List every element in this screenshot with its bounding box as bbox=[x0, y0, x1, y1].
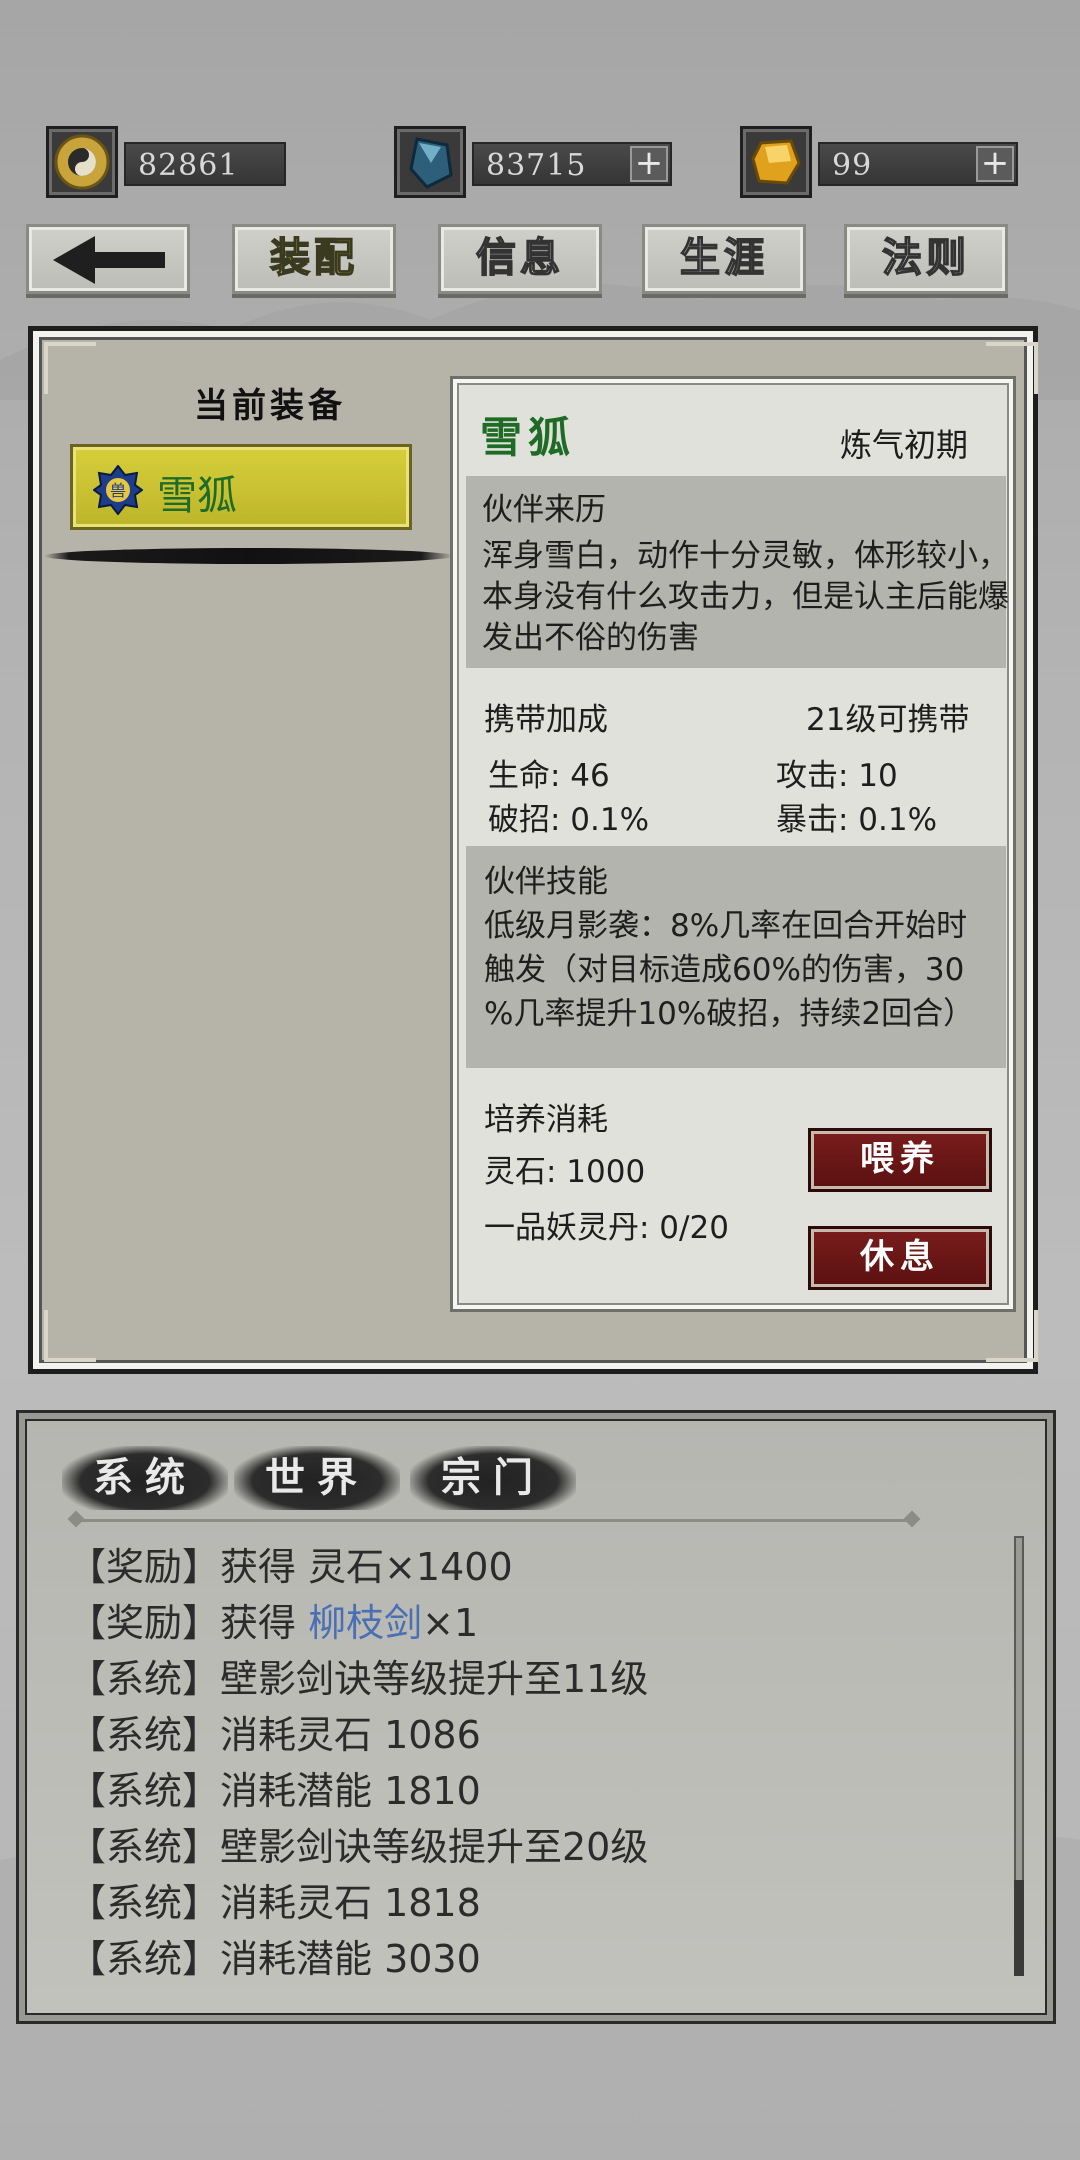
panel-corner-ornament bbox=[986, 1310, 1038, 1362]
add-crystal-button[interactable]: + bbox=[630, 146, 668, 182]
chat-line: 【系统】消耗潜能 1810 bbox=[68, 1769, 481, 1813]
coin-icon bbox=[46, 126, 118, 198]
add-gem-button[interactable]: + bbox=[976, 146, 1014, 182]
currency-crystal: 83715 + bbox=[394, 126, 674, 198]
cost-stone: 灵石: 1000 bbox=[484, 1154, 646, 1190]
skill-line-3: %几率提升10%破招，持续2回合） bbox=[484, 996, 975, 1032]
chat-line: 【系统】消耗灵石 1818 bbox=[68, 1881, 481, 1925]
back-button[interactable] bbox=[26, 224, 190, 294]
bonus-title: 携带加成 bbox=[484, 702, 608, 738]
origin-line-3: 发出不俗的伤害 bbox=[482, 620, 699, 656]
copper-value: 82861 bbox=[138, 148, 239, 183]
equipped-companion-slot[interactable]: 兽 雪狐 bbox=[70, 444, 412, 530]
companion-badge-icon: 兽 bbox=[92, 464, 144, 516]
stat-hp: 生命: 46 bbox=[488, 758, 610, 794]
chat-line: 【系统】消耗灵石 1086 bbox=[68, 1713, 481, 1757]
chat-line: 【系统】壁影剑诀等级提升至20级 bbox=[68, 1825, 649, 1869]
tab-equip[interactable]: 装配 bbox=[232, 224, 396, 294]
companion-name: 雪狐 bbox=[480, 413, 577, 462]
rest-button[interactable]: 休息 bbox=[808, 1226, 992, 1290]
feed-button[interactable]: 喂养 bbox=[808, 1128, 992, 1192]
chat-line: 【奖励】获得 灵石×1400 bbox=[68, 1545, 513, 1589]
equipped-companion-name: 雪狐 bbox=[157, 473, 237, 519]
currency-copper: 82861 bbox=[46, 126, 286, 198]
tab-career[interactable]: 生涯 bbox=[642, 224, 806, 294]
panel-corner-ornament bbox=[44, 342, 96, 394]
chat-line: 【系统】壁影剑诀等级提升至11级 bbox=[68, 1657, 649, 1701]
gem-icon bbox=[740, 126, 812, 198]
chat-line: 【奖励】获得 柳枝剑×1 bbox=[68, 1601, 479, 1645]
cost-pill: 一品妖灵丹: 0/20 bbox=[484, 1210, 729, 1246]
chat-tab-world[interactable]: 世界 bbox=[234, 1446, 400, 1510]
ink-brush-divider bbox=[44, 548, 454, 564]
svg-text:兽: 兽 bbox=[110, 481, 126, 500]
tab-rules[interactable]: 法则 bbox=[844, 224, 1008, 294]
companion-realm: 炼气初期 bbox=[840, 426, 969, 464]
origin-title: 伙伴来历 bbox=[482, 492, 606, 528]
stat-atk: 攻击: 10 bbox=[776, 758, 898, 794]
stat-break: 破招: 0.1% bbox=[488, 802, 650, 838]
chat-tab-system[interactable]: 系统 bbox=[62, 1446, 228, 1510]
chat-tab-divider bbox=[76, 1519, 916, 1522]
origin-line-1: 浑身雪白，动作十分灵敏，体形较小， bbox=[482, 538, 1009, 574]
chat-tab-sect[interactable]: 宗门 bbox=[410, 1446, 576, 1510]
chat-scrollbar-thumb[interactable] bbox=[1014, 1880, 1024, 1976]
stat-crit: 暴击: 0.1% bbox=[776, 802, 938, 838]
currency-value-box: 99 + bbox=[818, 142, 1018, 186]
crystal-value: 83715 bbox=[486, 148, 587, 183]
currency-value-box: 82861 bbox=[124, 142, 286, 186]
current-equip-title: 当前装备 bbox=[194, 386, 346, 426]
crystal-icon bbox=[394, 126, 466, 198]
currency-gem: 99 + bbox=[740, 126, 1020, 198]
cost-title: 培养消耗 bbox=[484, 1102, 608, 1138]
origin-line-2: 本身没有什么攻击力，但是认主后能爆 bbox=[482, 579, 1009, 615]
panel-corner-ornament bbox=[44, 1310, 96, 1362]
carry-level: 21级可携带 bbox=[806, 702, 970, 738]
currency-value-box: 83715 + bbox=[472, 142, 672, 186]
chat-line: 【系统】消耗潜能 3030 bbox=[68, 1937, 481, 1981]
left-arrow-icon bbox=[53, 236, 165, 284]
skill-title: 伙伴技能 bbox=[484, 864, 608, 900]
gem-value: 99 bbox=[832, 148, 873, 183]
item-link[interactable]: 柳枝剑 bbox=[308, 1601, 422, 1645]
tab-info[interactable]: 信息 bbox=[438, 224, 602, 294]
skill-line-2: 触发（对目标造成60%的伤害，30 bbox=[484, 952, 965, 988]
skill-line-1: 低级月影袭：8%几率在回合开始时 bbox=[484, 908, 968, 944]
